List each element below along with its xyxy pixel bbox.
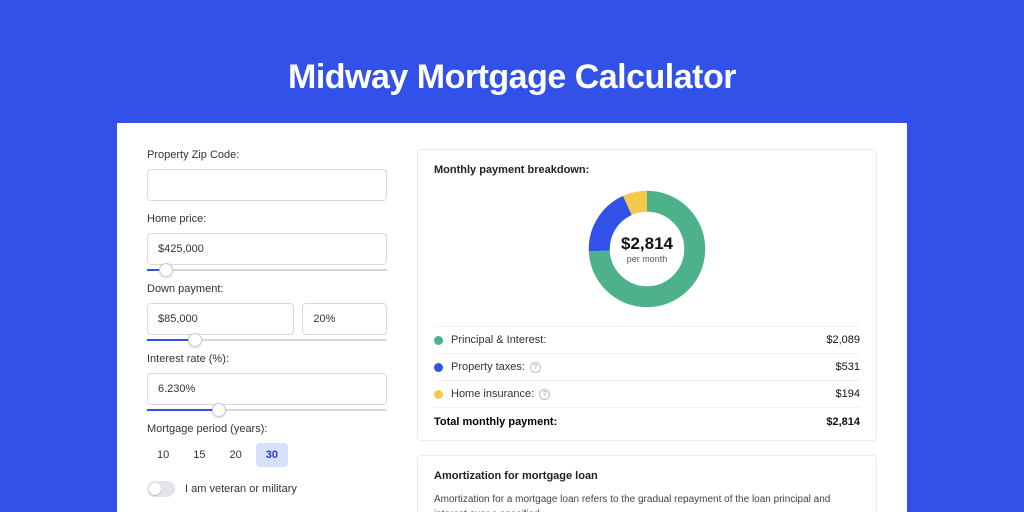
amortization-box: Amortization for mortgage loan Amortizat… [417,455,877,512]
legend-label-insurance: Home insurance: ? [451,388,836,400]
veteran-toggle-knob [149,483,161,495]
period-label: Mortgage period (years): [147,423,387,435]
interest-label: Interest rate (%): [147,353,387,365]
legend-dot-taxes [434,363,443,372]
down-payment-input[interactable] [147,303,294,335]
veteran-toggle[interactable] [147,481,175,497]
breakdown-box: Monthly payment breakdown: $2,814 per mo… [417,149,877,441]
info-icon[interactable]: ? [530,362,541,373]
veteran-label: I am veteran or military [185,483,297,495]
amortization-title: Amortization for mortgage loan [434,470,860,482]
legend-row-taxes: Property taxes: ? $531 [434,353,860,380]
home-price-label: Home price: [147,213,387,225]
down-payment-label: Down payment: [147,283,387,295]
legend-row-principal: Principal & Interest: $2,089 [434,326,860,353]
form-column: Property Zip Code: Home price: Down paym… [147,149,387,512]
period-option-15[interactable]: 15 [183,443,215,467]
down-payment-slider[interactable] [147,339,387,341]
zip-input[interactable] [147,169,387,201]
amortization-text: Amortization for a mortgage loan refers … [434,492,860,512]
interest-input[interactable] [147,373,387,405]
field-interest: Interest rate (%): [147,353,387,411]
calculator-panel: Property Zip Code: Home price: Down paym… [117,123,907,512]
zip-label: Property Zip Code: [147,149,387,161]
legend-label-taxes: Property taxes: ? [451,361,836,373]
total-label: Total monthly payment: [434,416,826,428]
period-option-30[interactable]: 30 [256,443,288,467]
period-options: 10 15 20 30 [147,443,387,467]
home-price-slider-thumb[interactable] [159,263,173,277]
page-title: Midway Mortgage Calculator [0,0,1024,123]
down-payment-pct-input[interactable] [302,303,387,335]
field-down-payment: Down payment: [147,283,387,341]
info-icon[interactable]: ? [539,389,550,400]
legend-row-insurance: Home insurance: ? $194 [434,380,860,407]
home-price-slider[interactable] [147,269,387,271]
legend-value-insurance: $194 [836,388,860,400]
donut-center: $2,814 per month [584,186,710,312]
legend-dot-insurance [434,390,443,399]
donut-center-sub: per month [627,254,668,264]
veteran-row: I am veteran or military [147,481,387,497]
total-row: Total monthly payment: $2,814 [434,407,860,430]
field-period: Mortgage period (years): 10 15 20 30 [147,423,387,467]
donut-center-value: $2,814 [621,234,673,254]
legend-value-taxes: $531 [836,361,860,373]
legend-dot-principal [434,336,443,345]
home-price-input[interactable] [147,233,387,265]
donut-chart: $2,814 per month [584,186,710,312]
interest-slider-thumb[interactable] [212,403,226,417]
result-column: Monthly payment breakdown: $2,814 per mo… [417,149,877,512]
down-payment-slider-thumb[interactable] [188,333,202,347]
period-option-10[interactable]: 10 [147,443,179,467]
breakdown-title: Monthly payment breakdown: [434,164,860,176]
total-value: $2,814 [826,416,860,428]
period-option-20[interactable]: 20 [220,443,252,467]
legend-label-principal: Principal & Interest: [451,334,826,346]
donut-chart-wrap: $2,814 per month [434,186,860,312]
field-home-price: Home price: [147,213,387,271]
interest-slider[interactable] [147,409,387,411]
field-zip: Property Zip Code: [147,149,387,201]
legend-value-principal: $2,089 [826,334,860,346]
